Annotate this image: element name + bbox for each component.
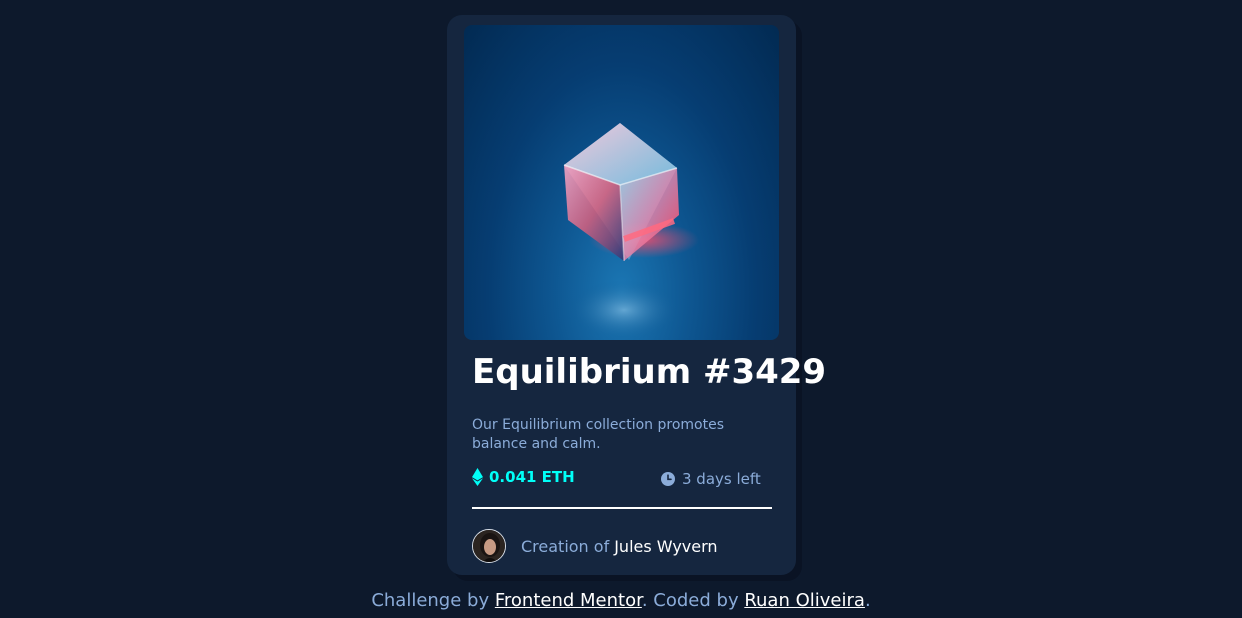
equilibrium-image[interactable] bbox=[464, 25, 779, 340]
creator-name[interactable]: Jules Wyvern bbox=[614, 537, 717, 556]
creator-info: Creation of Jules Wyvern bbox=[472, 529, 718, 563]
nft-title[interactable]: Equilibrium #3429 bbox=[472, 352, 826, 392]
divider bbox=[472, 507, 772, 509]
price: 0.041 ETH bbox=[472, 468, 575, 486]
attribution-text-1: Challenge by bbox=[371, 590, 490, 611]
nft-description: Our Equilibrium collection promotes bala… bbox=[472, 417, 724, 452]
creator-prefix: Creation of bbox=[521, 536, 610, 556]
nft-card: Equilibrium #3429 Our Equilibrium collec… bbox=[447, 15, 826, 575]
time-left: 3 days left bbox=[661, 470, 761, 488]
ethereum-icon bbox=[472, 468, 483, 486]
time-left-value: 3 days left bbox=[682, 470, 761, 488]
avatar bbox=[472, 529, 506, 563]
attribution-text-3: . bbox=[864, 590, 871, 611]
price-value: 0.041 ETH bbox=[489, 468, 575, 486]
frontend-mentor-link[interactable]: Frontend Mentor bbox=[495, 590, 642, 611]
cube-illustration bbox=[563, 123, 699, 340]
avatar-image bbox=[473, 530, 505, 562]
author-link[interactable]: Ruan Oliveira bbox=[744, 590, 865, 611]
attribution: Challenge by Frontend Mentor. Coded by R… bbox=[0, 590, 1242, 611]
attribution-text-2: . Coded by bbox=[641, 590, 739, 611]
clock-icon bbox=[661, 472, 675, 486]
